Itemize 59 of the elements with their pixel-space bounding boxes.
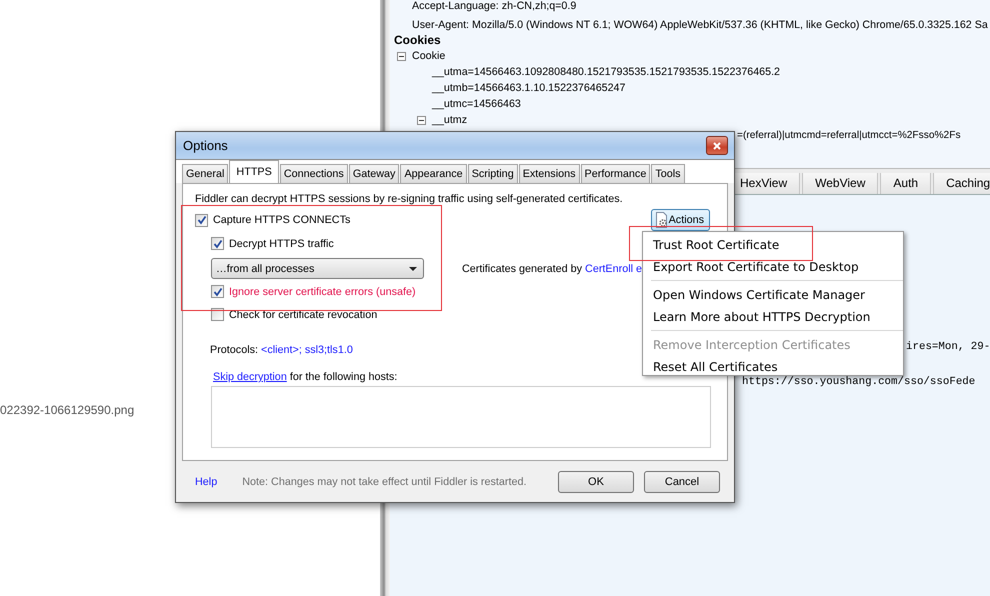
menu-item: Remove Interception Certificates [652, 337, 852, 354]
checkbox-label: Capture HTTPS CONNECTs [213, 214, 350, 226]
collapse-icon[interactable] [397, 52, 406, 60]
tree-item: __utmc=14566463 [432, 97, 521, 112]
check-icon [212, 286, 222, 296]
tree-item: Cookie [412, 49, 446, 64]
check-icon [196, 215, 206, 225]
certenroll-link[interactable]: CertEnroll e [585, 262, 642, 274]
inspector-tab[interactable]: WebView [802, 173, 878, 194]
file-name: 022392-1066129590.png [0, 403, 136, 417]
description-text: Fiddler can decrypt HTTPS sessions by re-signing traffic using self-generated certificates. [195, 193, 624, 205]
response-text: ires=Mon, 29- [906, 341, 990, 353]
header-line: Accept-Language: zh-CN,zh;q=0.9 [411, 0, 578, 14]
process-dropdown[interactable]: …from all processes [211, 258, 424, 279]
dialog-tab[interactable]: Appearance [400, 164, 467, 183]
protocols-label: Protocols: [210, 344, 260, 356]
close-icon [713, 142, 721, 150]
menu-item[interactable]: Learn More about HTTPS Decryption [643, 306, 903, 328]
inspector-tab[interactable]: Caching [933, 173, 990, 194]
close-button[interactable] [706, 136, 728, 155]
help-link[interactable]: Help [195, 476, 218, 488]
tree-item: __utma=14566463.1092808480.1521793535.1521793535.1522376465.2 [432, 65, 780, 80]
ok-button[interactable]: OK [558, 470, 634, 492]
checkbox[interactable] [195, 214, 208, 226]
dialog-tab[interactable]: Extensions [518, 164, 580, 183]
section-title: Cookies [394, 32, 442, 48]
tree-item: __utmb=14566463.1.10.1522376465247 [432, 81, 626, 96]
dialog-tab[interactable]: HTTPS [229, 160, 279, 183]
dialog-tab[interactable]: Scripting [468, 164, 518, 183]
dialog-tab[interactable]: General [182, 164, 228, 183]
cancel-button[interactable]: Cancel [644, 470, 720, 492]
hosts-field[interactable] [211, 386, 711, 448]
response-text: https://sso.youshang.com/sso/ssoFede [742, 376, 976, 388]
window-title: Options [183, 138, 228, 153]
dialog-tab[interactable]: Performance [580, 164, 650, 183]
check-icon [212, 238, 222, 248]
tree-item: =(referral)|utmcmd=referral|utmcct=%2Fsso%2Fs [737, 129, 961, 143]
caret-icon [409, 266, 417, 270]
checkbox[interactable] [211, 237, 224, 250]
checkbox[interactable] [211, 308, 224, 321]
inspector-tab[interactable]: Auth [880, 173, 932, 194]
menu-item[interactable]: Trust Root Certificate [643, 234, 903, 256]
dialog-tab[interactable]: Connections [280, 164, 348, 183]
menu-item[interactable]: Open Windows Certificate Manager [643, 284, 903, 306]
tree-item: __utmz [432, 113, 468, 128]
actions-button[interactable]: Actions [650, 209, 710, 231]
collapse-icon[interactable] [417, 116, 426, 124]
checkbox-label: Ignore server certificate errors (unsafe) [229, 286, 416, 298]
checkbox-label: Decrypt HTTPS traffic [229, 238, 334, 250]
dialog-tab[interactable]: Gateway [348, 164, 400, 183]
dialog-tab[interactable]: Tools [651, 164, 685, 183]
note-text: Note: Changes may not take effect until Fiddler is restarted. [242, 476, 526, 488]
skip-decryption-link[interactable]: Skip decryption [213, 371, 287, 383]
protocols-link[interactable]: <client>; ssl3;tls1.0 [261, 344, 353, 356]
header-line: User-Agent: Mozilla/5.0 (Windows NT 6.1; WOW64) AppleWebKit/537.36 (KHTML, like Gecko) Chrome/65.0.3325.162 Sa [411, 18, 989, 33]
info-text: Certificates generated by [462, 262, 584, 274]
document-gear-icon [654, 212, 668, 228]
hosts-label: for the following hosts: [288, 371, 398, 383]
checkbox[interactable] [211, 285, 224, 298]
